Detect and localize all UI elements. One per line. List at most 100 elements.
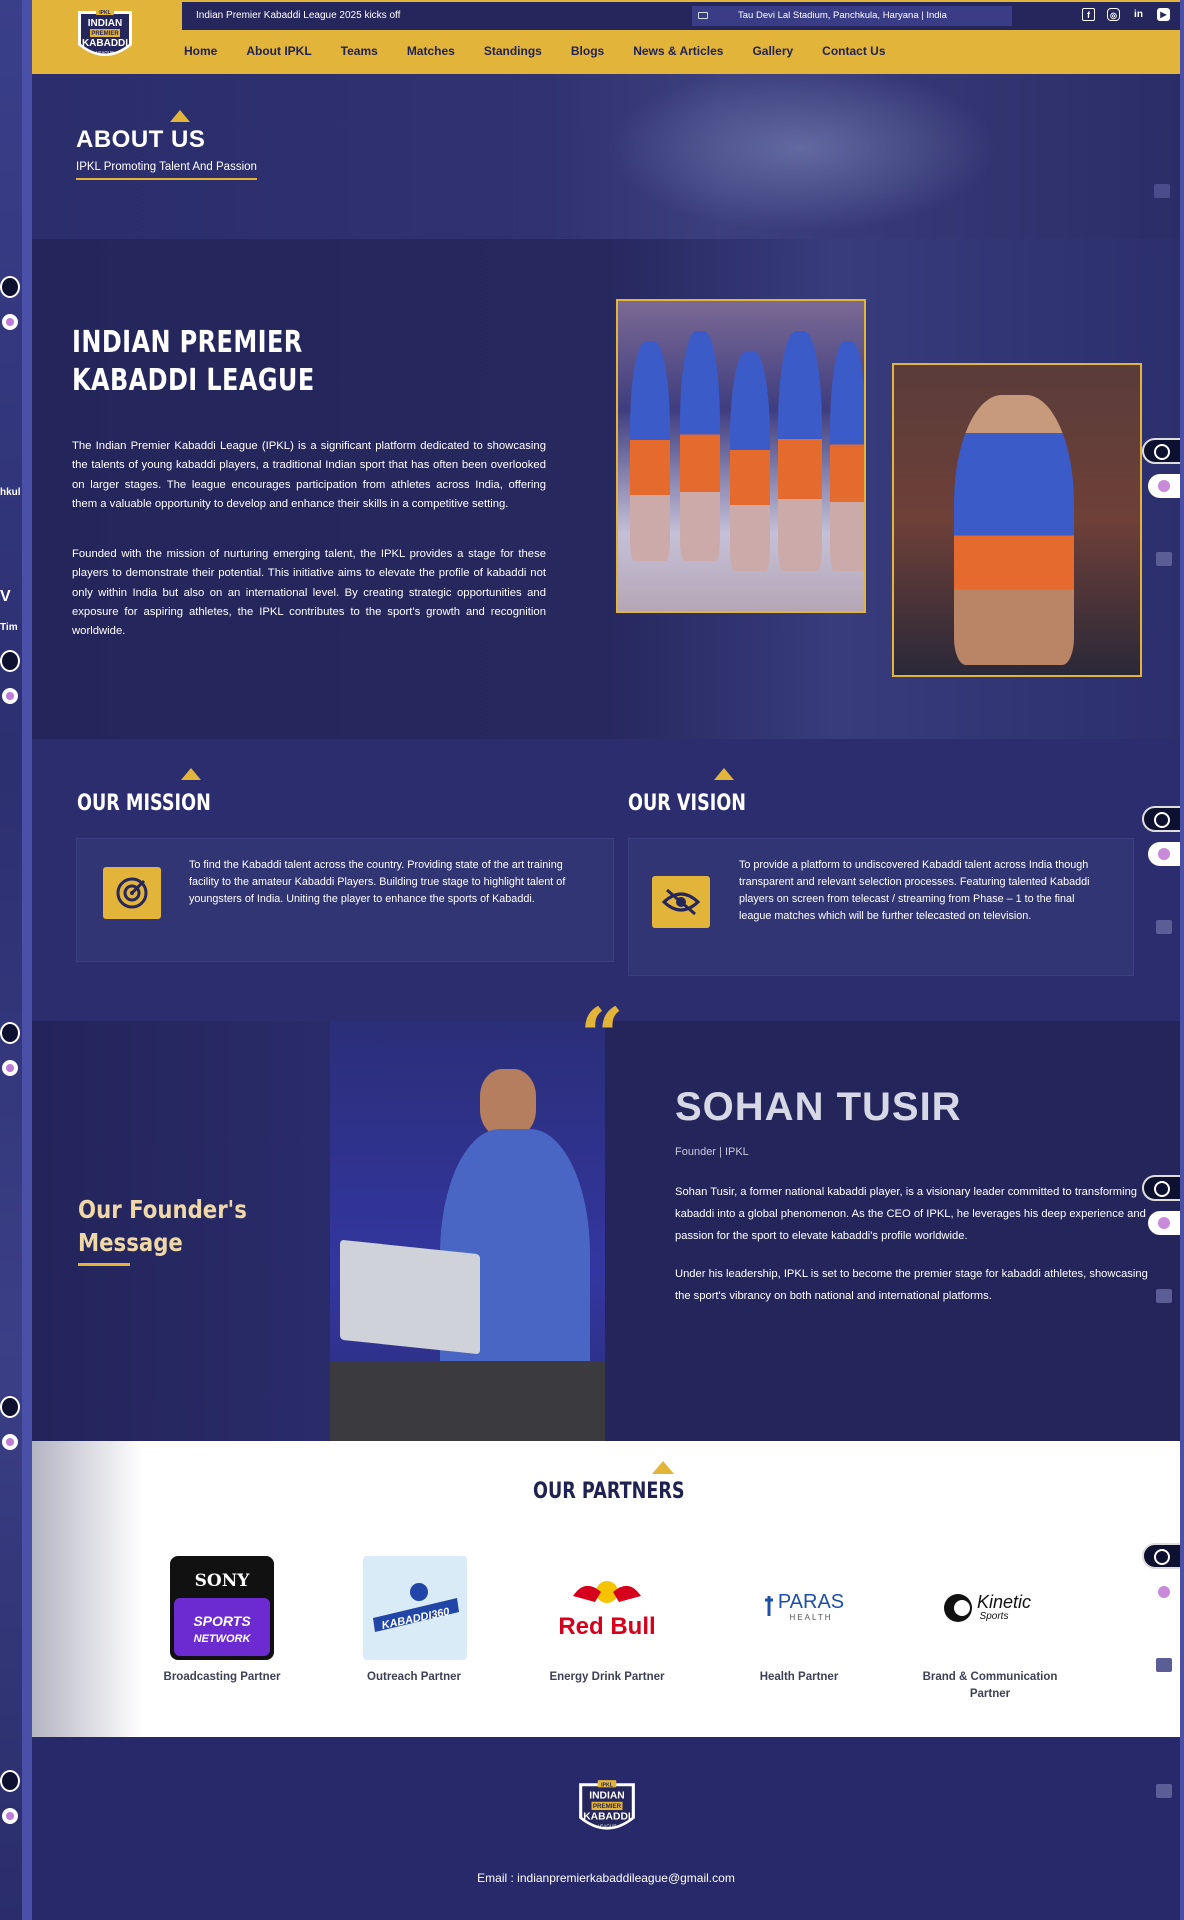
page-title: ABOUT US [76, 126, 206, 153]
adjacent-window-strip: hkul V Tim [0, 0, 32, 1920]
kabaddi360-logo[interactable]: KABADDI360 [363, 1556, 467, 1660]
main-nav: Home About IPKL Teams Matches Standings … [184, 44, 915, 58]
svg-text:SONY: SONY [195, 1571, 251, 1591]
vision-title: OUR VISION [628, 791, 747, 816]
founder-title-line2: Message [78, 1228, 183, 1257]
header: IPKL INDIAN PREMIER KABADDI LEAGUE India… [32, 0, 1180, 74]
vision-card: To provide a platform to undiscovered Ka… [628, 838, 1134, 976]
league-paragraph: The Indian Premier Kabaddi League (IPKL)… [72, 440, 546, 510]
nav-matches[interactable]: Matches [407, 44, 455, 58]
mission-title: OUR MISSION [77, 791, 211, 816]
founder-section: Our Founder's Message “ SOHAN TUSIR Foun… [32, 998, 1180, 1441]
svg-text:LEAGUE: LEAGUE [598, 1824, 617, 1829]
mail-icon[interactable] [1156, 552, 1172, 566]
left-fade [32, 1441, 142, 1737]
svg-text:INDIAN: INDIAN [589, 1791, 625, 1802]
zoom-icon[interactable] [1142, 1543, 1180, 1569]
partner-caption: Outreach Partner [367, 1671, 461, 1683]
zoom-icon[interactable] [0, 276, 20, 298]
founder-name: SOHAN TUSIR [675, 1085, 962, 1129]
instagram-icon[interactable]: ◎ [1107, 8, 1120, 21]
zoom-icon[interactable] [0, 650, 20, 672]
assistant-icon[interactable] [2, 1434, 18, 1450]
footer-ipkl-logo[interactable]: IPKL INDIAN PREMIER KABADDI LEAGUE [572, 1777, 642, 1841]
founder-role: Founder | IPKL [675, 1146, 749, 1158]
svg-text:INDIAN: INDIAN [88, 18, 122, 29]
zoom-icon[interactable] [0, 1770, 20, 1792]
nav-teams[interactable]: Teams [341, 44, 378, 58]
mail-icon[interactable] [1156, 1784, 1172, 1798]
team-walkout-photo [616, 299, 866, 613]
zoom-icon[interactable] [1142, 1175, 1180, 1201]
mail-icon[interactable] [1154, 184, 1170, 198]
quote-icon: “ [580, 991, 624, 1080]
svg-text:Kinetic: Kinetic [977, 1592, 1031, 1612]
nav-about[interactable]: About IPKL [246, 44, 311, 58]
info-strip: Indian Premier Kabaddi League 2025 kicks… [182, 2, 1180, 30]
accent-triangle [170, 110, 190, 122]
nav-standings[interactable]: Standings [484, 44, 542, 58]
partners-title: OUR PARTNERS [533, 1479, 685, 1504]
nav-news[interactable]: News & Articles [633, 44, 723, 58]
mail-icon[interactable] [1156, 1658, 1172, 1672]
social-links: f ◎ in ▶ [1082, 8, 1170, 21]
assistant-icon[interactable] [2, 688, 18, 704]
zoom-icon[interactable] [0, 1396, 20, 1418]
facebook-icon[interactable]: f [1082, 8, 1095, 21]
partner-caption: Health Partner [759, 1671, 839, 1683]
founder-paragraph: Sohan Tusir, a former national kabaddi p… [675, 1186, 1146, 1242]
svg-text:Red Bull: Red Bull [558, 1613, 655, 1640]
assistant-icon[interactable] [1148, 842, 1180, 866]
banner-background-image [592, 74, 1012, 239]
screen: hkul V Tim IPKL INDIAN PREMIER KABADDI L… [0, 0, 1184, 1920]
assistant-icon[interactable] [2, 1808, 18, 1824]
peek-text: Tim [0, 622, 18, 633]
location-text: Tau Devi Lal Stadium, Panchkula, Haryana… [738, 10, 947, 21]
mail-icon[interactable] [1156, 1289, 1172, 1303]
nav-home[interactable]: Home [184, 44, 217, 58]
mission-card: To find the Kabaddi talent across the co… [76, 838, 614, 962]
assistant-icon[interactable] [1148, 474, 1180, 498]
svg-text:IPKL: IPKL [99, 10, 110, 16]
partner-caption: Broadcasting Partner [163, 1671, 281, 1683]
partner-caption: Brand & Communication Partner [922, 1671, 1058, 1700]
map-icon [698, 12, 708, 19]
zoom-icon[interactable] [1142, 806, 1180, 832]
svg-text:NETWORK: NETWORK [194, 1633, 252, 1645]
footer-email[interactable]: Email : indianpremierkabaddileague@gmail… [32, 1871, 1180, 1885]
svg-text:KABADDI: KABADDI [583, 1811, 631, 1822]
ipkl-logo[interactable]: IPKL INDIAN PREMIER KABADDI LEAGUE [72, 5, 138, 67]
accent-triangle [652, 1461, 674, 1474]
kinetic-sports-logo[interactable]: Kinetic Sports [938, 1556, 1042, 1660]
redbull-logo[interactable]: Red Bull [555, 1556, 659, 1660]
league-title-line1: INDIAN PREMIER [72, 325, 303, 360]
player-portrait-photo [892, 363, 1142, 677]
accent-triangle [714, 768, 734, 780]
linkedin-icon[interactable]: in [1132, 8, 1145, 21]
paras-health-logo[interactable]: PARAS HEALTH [747, 1556, 851, 1660]
zoom-icon[interactable] [0, 1022, 20, 1044]
founder-title-line1: Our Founder's [78, 1195, 247, 1224]
youtube-icon[interactable]: ▶ [1157, 8, 1170, 21]
founder-photo [330, 1021, 605, 1441]
nav-blogs[interactable]: Blogs [571, 44, 604, 58]
founder-paragraph: Under his leadership, IPKL is set to bec… [675, 1268, 1148, 1302]
svg-text:Sports: Sports [980, 1611, 1009, 1622]
zoom-icon[interactable] [1142, 438, 1180, 464]
assistant-icon[interactable] [1148, 1580, 1180, 1604]
assistant-icon[interactable] [2, 314, 18, 330]
league-title-line2: KABADDI LEAGUE [72, 363, 315, 398]
peek-text: V [0, 588, 11, 605]
sony-sports-logo[interactable]: SONY SPORTS NETWORK [170, 1556, 274, 1660]
nav-contact[interactable]: Contact Us [822, 44, 885, 58]
assistant-icon[interactable] [2, 1060, 18, 1076]
target-icon [103, 867, 161, 919]
founder-section-title: Our Founder's Message [78, 1193, 247, 1259]
vision-text: To provide a platform to undiscovered Ka… [739, 859, 1090, 922]
nav-gallery[interactable]: Gallery [752, 44, 793, 58]
svg-text:PARAS: PARAS [778, 1591, 844, 1613]
mail-icon[interactable] [1156, 920, 1172, 934]
assistant-icon[interactable] [1148, 1211, 1180, 1235]
about-league-section: INDIAN PREMIER KABADDI LEAGUE The Indian… [32, 239, 1180, 739]
footer: IPKL INDIAN PREMIER KABADDI LEAGUE Email… [32, 1737, 1180, 1920]
